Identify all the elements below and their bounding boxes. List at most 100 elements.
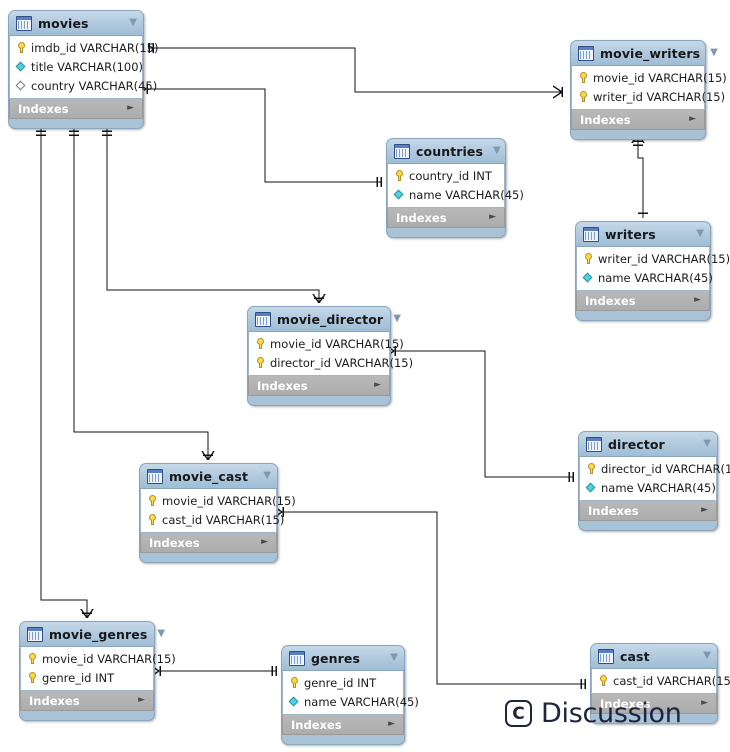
indexes-section-countries[interactable]: Indexes ► — [387, 208, 505, 228]
column-row[interactable]: movie_id VARCHAR(15) — [21, 649, 176, 668]
table-writers[interactable]: writers ▼ writer_id VARCHAR(15) name VARCHA… — [575, 221, 730, 321]
chevron-right-icon[interactable]: ► — [388, 720, 395, 729]
indexes-section-director[interactable]: Indexes ► — [579, 501, 717, 521]
column-row[interactable]: country VARCHAR(45) — [10, 76, 157, 95]
indexes-section-movie_writers[interactable]: Indexes ► — [571, 110, 705, 130]
table-director[interactable]: director ▼ director_id VARCHAR(15) name VAR… — [578, 431, 730, 531]
chevron-right-icon[interactable]: ► — [694, 296, 701, 305]
chevron-down-icon[interactable]: ▼ — [253, 471, 271, 481]
table-header-movies[interactable]: movies ▼ — [9, 11, 143, 36]
column-row[interactable]: name VARCHAR(45) — [388, 185, 524, 204]
discussion-badge-icon: C — [505, 700, 532, 727]
column-label: movie_id VARCHAR(15) — [42, 651, 176, 666]
column-row[interactable]: cast_id VARCHAR(15) — [592, 671, 730, 690]
column-row[interactable]: imdb_id VARCHAR(15) — [10, 38, 158, 57]
chevron-down-icon[interactable]: ▼ — [383, 314, 401, 324]
table-header-countries[interactable]: countries ▼ — [387, 139, 505, 164]
chevron-down-icon[interactable]: ▼ — [700, 48, 718, 58]
connector-movies-movie_writers — [148, 43, 563, 99]
chevron-right-icon[interactable]: ► — [261, 538, 268, 547]
column-row[interactable]: title VARCHAR(100) — [10, 57, 143, 76]
chevron-down-icon[interactable]: ▼ — [119, 18, 137, 28]
table-columns-director: director_id VARCHAR(15) name VARCHAR(45) — [579, 457, 730, 501]
table-name-label: movie_genres — [49, 626, 148, 642]
chevron-right-icon[interactable]: ► — [701, 699, 708, 708]
table-movie_director[interactable]: movie_director ▼ movie_id VARCHAR(15) direc… — [247, 306, 413, 406]
column-row[interactable]: movie_id VARCHAR(15) — [141, 491, 296, 510]
table-columns-movie_writers: movie_id VARCHAR(15) writer_id VARCHAR(15… — [571, 66, 727, 110]
table-columns-countries: country_id INT name VARCHAR(45) — [387, 164, 524, 208]
column-row[interactable]: country_id INT — [388, 166, 504, 185]
chevron-down-icon[interactable]: ▼ — [483, 146, 501, 156]
column-label: movie_id VARCHAR(15) — [593, 70, 727, 85]
table-header-movie_writers[interactable]: movie_writers ▼ — [571, 41, 718, 66]
column-label: name VARCHAR(45) — [601, 480, 716, 495]
column-row[interactable]: movie_id VARCHAR(15) — [572, 68, 727, 87]
not-null-icon — [585, 481, 598, 494]
watermark-label: Discussion — [541, 698, 682, 729]
primary-key-icon — [26, 652, 39, 665]
connector-movies-movie_genres — [36, 124, 94, 619]
table-header-writers[interactable]: writers ▼ — [576, 222, 710, 247]
indexes-label: Indexes — [149, 535, 200, 550]
chevron-down-icon[interactable]: ▼ — [693, 651, 711, 661]
chevron-right-icon[interactable]: ► — [127, 104, 134, 113]
connector-movies-movie_director — [102, 124, 326, 304]
chevron-right-icon[interactable]: ► — [374, 381, 381, 390]
chevron-right-icon[interactable]: ► — [689, 115, 696, 124]
indexes-section-writers[interactable]: Indexes ► — [576, 291, 710, 311]
column-row[interactable]: director_id VARCHAR(15) — [580, 459, 730, 478]
chevron-right-icon[interactable]: ► — [489, 213, 496, 222]
column-row[interactable]: movie_id VARCHAR(15) — [249, 334, 404, 353]
table-icon — [147, 468, 163, 484]
column-row[interactable]: name VARCHAR(45) — [580, 478, 716, 497]
table-header-movie_genres[interactable]: movie_genres ▼ — [20, 622, 165, 647]
chevron-down-icon[interactable]: ▼ — [693, 439, 711, 449]
indexes-label: Indexes — [396, 210, 447, 225]
primary-key-icon — [393, 169, 406, 182]
chevron-right-icon[interactable]: ► — [138, 696, 145, 705]
table-genres[interactable]: genres ▼ genre_id INT name VARCHAR(45) Index… — [281, 645, 419, 745]
chevron-down-icon[interactable]: ▼ — [380, 653, 398, 663]
table-columns-movies: imdb_id VARCHAR(15) title VARCHAR(100) cou… — [9, 36, 158, 99]
table-columns-movie_genres: movie_id VARCHAR(15) genre_id INT — [20, 647, 176, 691]
table-name-label: countries — [416, 143, 484, 159]
chevron-down-icon[interactable]: ▼ — [686, 229, 704, 239]
column-label: cast_id VARCHAR(15) — [613, 673, 730, 688]
column-row[interactable]: writer_id VARCHAR(15) — [572, 87, 725, 106]
table-name-label: movie_writers — [600, 45, 701, 61]
column-row[interactable]: director_id VARCHAR(15) — [249, 353, 413, 372]
table-name-label: movie_director — [277, 311, 384, 327]
indexes-section-genres[interactable]: Indexes ► — [282, 715, 404, 735]
table-countries[interactable]: countries ▼ country_id INT name VARCHAR(45)… — [386, 138, 524, 238]
chevron-right-icon[interactable]: ► — [701, 506, 708, 515]
column-label: movie_id VARCHAR(15) — [270, 336, 404, 351]
table-movies[interactable]: movies ▼ imdb_id VARCHAR(15) title VARCHAR(… — [8, 10, 158, 129]
table-header-cast[interactable]: cast ▼ — [591, 644, 717, 669]
column-row[interactable]: name VARCHAR(45) — [577, 268, 713, 287]
column-row[interactable]: writer_id VARCHAR(15) — [577, 249, 730, 268]
chevron-down-icon[interactable]: ▼ — [147, 629, 165, 639]
table-movie_genres[interactable]: movie_genres ▼ movie_id VARCHAR(15) genre_i… — [19, 621, 176, 721]
primary-key-icon — [26, 671, 39, 684]
table-icon — [27, 626, 43, 642]
indexes-section-movie_cast[interactable]: Indexes ► — [140, 533, 277, 553]
table-header-genres[interactable]: genres ▼ — [282, 646, 404, 671]
indexes-section-movie_genres[interactable]: Indexes ► — [20, 691, 154, 711]
table-header-movie_cast[interactable]: movie_cast ▼ — [140, 464, 277, 489]
indexes-section-movies[interactable]: Indexes ► — [9, 99, 143, 119]
indexes-label: Indexes — [580, 112, 631, 127]
table-header-movie_director[interactable]: movie_director ▼ — [248, 307, 401, 332]
column-row[interactable]: genre_id INT — [283, 673, 403, 692]
connector-movies-movie_cast — [69, 124, 215, 461]
column-row[interactable]: genre_id INT — [21, 668, 153, 687]
table-movie_cast[interactable]: movie_cast ▼ movie_id VARCHAR(15) cast_id V… — [139, 463, 296, 563]
table-header-director[interactable]: director ▼ — [579, 432, 717, 457]
table-columns-cast: cast_id VARCHAR(15) — [591, 669, 730, 694]
column-row[interactable]: name VARCHAR(45) — [283, 692, 419, 711]
indexes-label: Indexes — [291, 717, 342, 732]
indexes-section-movie_director[interactable]: Indexes ► — [248, 376, 390, 396]
column-label: imdb_id VARCHAR(15) — [31, 40, 159, 55]
column-row[interactable]: cast_id VARCHAR(15) — [141, 510, 284, 529]
table-movie_writers[interactable]: movie_writers ▼ movie_id VARCHAR(15) writer… — [570, 40, 727, 140]
